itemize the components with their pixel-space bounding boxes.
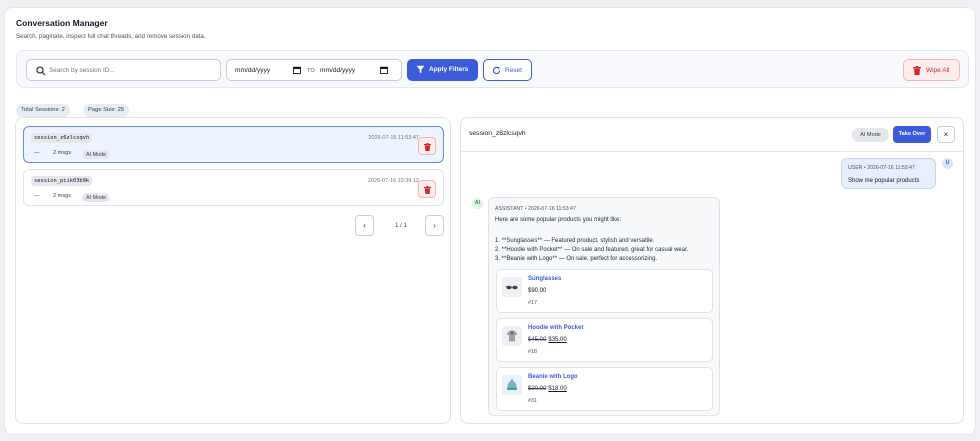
product-id: #17 bbox=[528, 300, 537, 306]
product-id: #31 bbox=[528, 398, 537, 404]
reset-icon bbox=[492, 66, 501, 75]
session-item[interactable]: session_piik03b9k 2026-07-16 10:39:12 — … bbox=[23, 169, 444, 206]
assistant-message-line: 1. **Sunglasses** — Featured product, st… bbox=[495, 238, 655, 244]
product-card[interactable]: Beanie with Logo $20.00 $18.00 #31 bbox=[496, 367, 713, 411]
prev-page-button[interactable]: ‹ bbox=[355, 215, 374, 236]
session-item[interactable]: session_z6zlcsqvh 2026-07-16 11:53:47 — … bbox=[23, 126, 444, 163]
close-icon[interactable]: × bbox=[937, 126, 955, 143]
sale-price: $35.00 bbox=[548, 337, 567, 343]
assistant-message-line: 3. **Beanie with Logo** — On sale, perfe… bbox=[495, 256, 658, 262]
user-avatar: U bbox=[942, 158, 953, 169]
hoodie-icon bbox=[506, 330, 518, 342]
product-name[interactable]: Hoodie with Pocket bbox=[528, 325, 583, 331]
calendar-icon[interactable] bbox=[293, 66, 301, 74]
user-message-text: Show me popular products bbox=[848, 178, 920, 184]
product-price: $90.00 bbox=[528, 288, 547, 294]
wipe-all-label: Wipe All bbox=[926, 66, 950, 74]
message-count: 2 msgs bbox=[53, 150, 72, 156]
next-page-button[interactable]: › bbox=[425, 215, 444, 236]
filter-bar: mm/dd/yyyy TO mm/dd/yyyy Apply Filters bbox=[16, 50, 969, 88]
product-thumbnail bbox=[502, 375, 522, 395]
page-subtitle: Search, paginate, inspect full chat thre… bbox=[16, 33, 206, 40]
trash-icon bbox=[424, 142, 431, 151]
product-price: $45.00 $35.00 bbox=[528, 337, 567, 343]
product-thumbnail bbox=[502, 277, 522, 297]
session-dash: — bbox=[34, 150, 40, 156]
mode-badge: AI Mode bbox=[852, 128, 889, 142]
session-id: session_piik03b9k bbox=[31, 176, 93, 186]
header-divider bbox=[461, 151, 963, 152]
trash-icon bbox=[913, 66, 921, 75]
assistant-message: ASSISTANT • 2026-07-16 11:53:47 Here are… bbox=[488, 197, 720, 416]
product-name[interactable]: Beanie with Logo bbox=[528, 374, 578, 380]
page-indicator: 1 / 1 bbox=[395, 222, 408, 229]
wipe-all-button[interactable]: Wipe All bbox=[903, 59, 960, 81]
calendar-icon[interactable] bbox=[380, 66, 388, 74]
apply-filters-button[interactable]: Apply Filters bbox=[407, 59, 478, 81]
session-list-panel: session_z6zlcsqvh 2026-07-16 11:53:47 — … bbox=[15, 117, 451, 424]
old-price: $45.00 bbox=[528, 337, 547, 343]
search-input[interactable] bbox=[49, 63, 214, 78]
date-range: mm/dd/yyyy TO mm/dd/yyyy bbox=[226, 59, 402, 81]
take-over-button[interactable]: Take Over bbox=[893, 126, 931, 143]
session-date: 2026-07-16 11:53:47 bbox=[368, 135, 419, 141]
mode-chip: AI Mode bbox=[82, 193, 111, 202]
sunglasses-icon bbox=[505, 285, 518, 290]
date-to-input[interactable]: mm/dd/yyyy bbox=[320, 67, 355, 74]
product-id: #18 bbox=[528, 349, 537, 355]
total-sessions-badge: Total Sessions: 2 bbox=[16, 104, 70, 117]
delete-session-button[interactable] bbox=[418, 180, 436, 198]
delete-session-button[interactable] bbox=[418, 137, 436, 155]
ai-avatar: AI bbox=[472, 198, 483, 209]
user-message-header: USER • 2026-07-16 11:53:47 bbox=[848, 165, 915, 171]
product-price: $20.00 $18.00 bbox=[528, 386, 567, 392]
conversation-detail-panel: session_z6zlcsqvh AI Mode Take Over × US… bbox=[460, 117, 964, 424]
reset-button[interactable]: Reset bbox=[483, 59, 532, 81]
user-message: USER • 2026-07-16 11:53:47 Show me popul… bbox=[841, 158, 936, 189]
apply-filters-label: Apply Filters bbox=[429, 66, 469, 73]
assistant-message-header: ASSISTANT • 2026-07-16 11:53:47 bbox=[495, 206, 576, 212]
message-count: 2 msgs bbox=[53, 193, 72, 199]
product-name[interactable]: Sunglasses bbox=[528, 276, 561, 282]
date-from-input[interactable]: mm/dd/yyyy bbox=[235, 67, 270, 74]
page-size-badge: Page Size: 25 bbox=[83, 104, 130, 117]
session-id: session_z6zlcsqvh bbox=[31, 133, 93, 143]
search-box[interactable] bbox=[26, 59, 221, 81]
filter-icon bbox=[416, 65, 425, 74]
detail-session-id: session_z6zlcsqvh bbox=[469, 130, 526, 137]
trash-icon bbox=[424, 185, 431, 194]
search-icon bbox=[36, 66, 46, 76]
session-dash: — bbox=[34, 193, 40, 199]
page-title: Conversation Manager bbox=[16, 18, 108, 28]
product-thumbnail bbox=[502, 326, 522, 346]
date-to-label: TO bbox=[307, 67, 315, 74]
mode-chip: AI Mode bbox=[82, 150, 111, 159]
assistant-message-line: Here are some popular products you might… bbox=[495, 217, 622, 223]
assistant-message-line: 2. **Hoodie with Pocket** — On sale and … bbox=[495, 247, 689, 253]
product-card[interactable]: Sunglasses $90.00 #17 bbox=[496, 269, 713, 313]
sale-price: $18.00 bbox=[548, 386, 567, 392]
session-date: 2026-07-16 10:39:12 bbox=[367, 178, 419, 184]
reset-label: Reset bbox=[505, 66, 522, 74]
beanie-icon bbox=[507, 379, 517, 390]
old-price: $20.00 bbox=[528, 386, 547, 392]
product-card[interactable]: Hoodie with Pocket $45.00 $35.00 #18 bbox=[496, 318, 713, 362]
